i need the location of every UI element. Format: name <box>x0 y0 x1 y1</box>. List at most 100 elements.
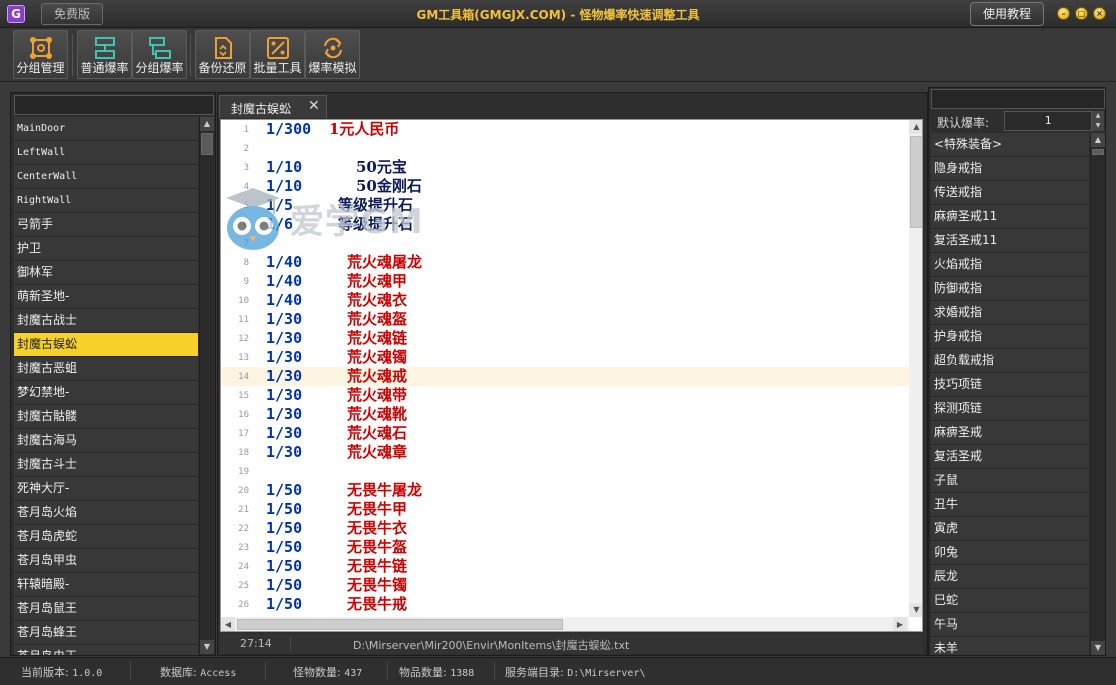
code-line[interactable]: 26 1/50 无畏牛戒 <box>221 595 909 614</box>
code-line[interactable]: 11 1/30 荒火魂盔 <box>221 310 909 329</box>
monster-list-item[interactable]: 苍月岛虎蛇 <box>14 525 198 549</box>
monster-list-item[interactable]: 封魔古斗士 <box>14 453 198 477</box>
item-list-entry[interactable]: 未羊 <box>931 637 1089 655</box>
monster-list-item[interactable]: 封魔古战士 <box>14 309 198 333</box>
item-list-entry[interactable]: 传送戒指 <box>931 181 1089 205</box>
monster-list-item[interactable]: 封魔古蜈蚣 <box>14 333 198 357</box>
monster-list-item[interactable]: 苍月岛鼠王 <box>14 597 198 621</box>
code-line[interactable]: 4 1/10 50金刚石 <box>221 177 909 196</box>
scroll-left-icon[interactable]: ◀ <box>221 617 235 631</box>
code-line[interactable]: 5 1/5 等级提升石 <box>221 196 909 215</box>
item-list-entry[interactable]: 超负载戒指 <box>931 349 1089 373</box>
item-list-entry[interactable]: 防御戒指 <box>931 277 1089 301</box>
code-lines[interactable]: 1 1/300 1元人民币 2 3 1/10 50元宝 4 1/10 50金刚石 5 1/5 等级提升石… <box>221 120 909 617</box>
scrollbar-thumb[interactable] <box>201 133 213 155</box>
code-line[interactable]: 22 1/50 无畏牛衣 <box>221 519 909 538</box>
code-line[interactable]: 12 1/30 荒火魂链 <box>221 329 909 348</box>
close-tab-icon[interactable]: ✕ <box>308 98 320 114</box>
item-list-entry[interactable]: 技巧项链 <box>931 373 1089 397</box>
code-line[interactable]: 18 1/30 荒火魂章 <box>221 443 909 462</box>
editor-horizontal-scrollbar[interactable]: ◀ ▶ <box>221 617 909 631</box>
monster-list-item[interactable]: 封魔古恶蛆 <box>14 357 198 381</box>
monster-search-input[interactable] <box>14 95 214 115</box>
code-line[interactable]: 23 1/50 无畏牛盔 <box>221 538 909 557</box>
monster-list-item[interactable]: 梦幻禁地- <box>14 381 198 405</box>
code-line[interactable]: 25 1/50 无畏牛镯 <box>221 576 909 595</box>
item-list-entry[interactable]: 护身戒指 <box>931 325 1089 349</box>
scrollbar-thumb[interactable] <box>910 136 922 228</box>
item-list-entry[interactable]: <特殊装备> <box>931 133 1089 157</box>
item-list-entry[interactable]: 辰龙 <box>931 565 1089 589</box>
code-line[interactable]: 2 <box>221 139 909 158</box>
monster-list-item[interactable]: 封魔古海马 <box>14 429 198 453</box>
code-line[interactable]: 24 1/50 无畏牛链 <box>221 557 909 576</box>
item-list-entry[interactable]: 复活圣戒 <box>931 445 1089 469</box>
minimize-icon[interactable]: – <box>1057 7 1070 20</box>
spin-down-icon[interactable]: ▼ <box>1092 121 1104 131</box>
monster-list-item[interactable]: 封魔古骷髅 <box>14 405 198 429</box>
spin-up-icon[interactable]: ▲ <box>1092 111 1104 121</box>
code-line[interactable]: 3 1/10 50元宝 <box>221 158 909 177</box>
scroll-right-icon[interactable]: ▶ <box>893 617 907 631</box>
item-list-entry[interactable]: 隐身戒指 <box>931 157 1089 181</box>
item-list-scrollbar[interactable]: ▲ ▼ <box>1090 133 1105 655</box>
item-list-entry[interactable]: 丑牛 <box>931 493 1089 517</box>
item-list-entry[interactable]: 子鼠 <box>931 469 1089 493</box>
editor-vertical-scrollbar[interactable]: ▲ ▼ <box>909 120 922 617</box>
item-list-entry[interactable]: 复活圣戒11 <box>931 229 1089 253</box>
monster-list-item[interactable]: 弓箭手 <box>14 213 198 237</box>
scrollbar-thumb[interactable] <box>237 619 563 630</box>
scroll-down-icon[interactable]: ▼ <box>1091 641 1105 655</box>
item-list-entry[interactable]: 麻痹圣戒11 <box>931 205 1089 229</box>
item-list-entry[interactable]: 火焰戒指 <box>931 253 1089 277</box>
monster-list-item[interactable]: MainDoor <box>14 117 198 141</box>
monster-list-item[interactable]: 苍月岛蜂王 <box>14 621 198 645</box>
group-manage-button[interactable]: 分组管理 <box>13 30 68 79</box>
code-line[interactable]: 9 1/40 荒火魂甲 <box>221 272 909 291</box>
monster-list-item[interactable]: 苍月岛火焰 <box>14 501 198 525</box>
item-search-input[interactable] <box>931 89 1105 109</box>
code-line[interactable]: 10 1/40 荒火魂衣 <box>221 291 909 310</box>
default-rate-input[interactable]: 1 <box>1004 111 1092 131</box>
monster-list-item[interactable]: 苍月岛甲虫 <box>14 549 198 573</box>
item-list-entry[interactable]: 探测项链 <box>931 397 1089 421</box>
code-line[interactable]: 14 1/30 荒火魂戒 <box>221 367 909 386</box>
droprate-sim-button[interactable]: 爆率模拟 <box>305 30 360 79</box>
scroll-down-icon[interactable]: ▼ <box>909 603 922 617</box>
monster-list-item[interactable]: 苍月岛虫王 <box>14 645 198 655</box>
backup-restore-button[interactable]: 备份还原 <box>195 30 250 79</box>
close-window-icon[interactable]: × <box>1093 7 1106 20</box>
item-list-entry[interactable]: 卯兔 <box>931 541 1089 565</box>
code-editor[interactable]: 1 1/300 1元人民币 2 3 1/10 50元宝 4 1/10 50金刚石 5 1/5 等级提升石… <box>220 119 923 632</box>
monster-list-item[interactable]: 轩辕暗殿- <box>14 573 198 597</box>
code-line[interactable]: 20 1/50 无畏牛屠龙 <box>221 481 909 500</box>
monster-list-item[interactable]: 死神大厅- <box>14 477 198 501</box>
code-line[interactable]: 21 1/50 无畏牛甲 <box>221 500 909 519</box>
code-line[interactable]: 17 1/30 荒火魂石 <box>221 424 909 443</box>
tab-file[interactable]: 封魔古蜈蚣 ✕ <box>219 95 327 118</box>
help-tutorial-button[interactable]: 使用教程 <box>970 2 1044 26</box>
monster-list-item[interactable]: CenterWall <box>14 165 198 189</box>
normal-droprate-button[interactable]: 普通爆率 <box>77 30 132 79</box>
monster-list-item[interactable]: 萌新圣地- <box>14 285 198 309</box>
item-list-entry[interactable]: 麻痹圣戒 <box>931 421 1089 445</box>
item-list-entry[interactable]: 求婚戒指 <box>931 301 1089 325</box>
code-line[interactable]: 6 1/6 等级提升石 <box>221 215 909 234</box>
code-line[interactable]: 15 1/30 荒火魂带 <box>221 386 909 405</box>
code-line[interactable]: 7 <box>221 234 909 253</box>
scroll-down-icon[interactable]: ▼ <box>200 640 214 654</box>
code-line[interactable]: 8 1/40 荒火魂屠龙 <box>221 253 909 272</box>
item-list-entry[interactable]: 寅虎 <box>931 517 1089 541</box>
monster-list-scrollbar[interactable]: ▲ ▼ <box>199 117 214 654</box>
scrollbar-thumb[interactable] <box>1092 149 1104 155</box>
monster-list-item[interactable]: LeftWall <box>14 141 198 165</box>
item-list-entry[interactable]: 巳蛇 <box>931 589 1089 613</box>
code-line[interactable]: 16 1/30 荒火魂靴 <box>221 405 909 424</box>
group-droprate-button[interactable]: 分组爆率 <box>132 30 187 79</box>
code-line[interactable]: 13 1/30 荒火魂镯 <box>221 348 909 367</box>
code-line[interactable]: 1 1/300 1元人民币 <box>221 120 909 139</box>
monster-list-item[interactable]: RightWall <box>14 189 198 213</box>
scroll-up-icon[interactable]: ▲ <box>909 120 922 134</box>
monster-list-item[interactable]: 御林军 <box>14 261 198 285</box>
item-list-entry[interactable]: 午马 <box>931 613 1089 637</box>
